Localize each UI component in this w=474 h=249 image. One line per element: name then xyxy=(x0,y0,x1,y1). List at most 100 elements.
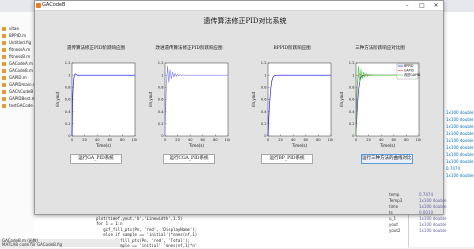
side-value-item: 1x100 double xyxy=(446,117,474,122)
y-tick-label: 0.2 xyxy=(261,122,267,126)
subplot-cga-pid: 改进遗传算法修正PID阶跃响应图 02040608010000.20.40.60… xyxy=(148,45,230,148)
file-icon xyxy=(2,34,6,38)
file-icon xyxy=(2,27,6,31)
x-tick-label: 80 xyxy=(120,138,125,142)
file-name: GACodeA.m xyxy=(9,61,33,66)
y-tick-label: 0.2 xyxy=(65,122,71,126)
side-value-item: 0.7474 xyxy=(446,166,460,171)
figure-titlebar[interactable]: GACodeB – □ ✕ xyxy=(35,1,443,11)
x-tick-label: 0 xyxy=(71,138,74,142)
x-tick-label: 20 xyxy=(82,138,87,142)
file-name: fitnessB.m xyxy=(9,54,31,59)
y-tick-label: 1.2 xyxy=(65,61,71,65)
status-line-2: MATLAB code for GACodeB.fig xyxy=(2,242,63,247)
run-comparison-button[interactable]: 运行三种方法的曲线对比系统 xyxy=(361,154,413,164)
variable-name: u_1 xyxy=(389,216,397,221)
y-tick-label: 0.4 xyxy=(158,110,164,114)
status-bar: GACodeB.m (函数) MATLAB code for GACodeB.f… xyxy=(0,238,120,247)
y-tick-label: 0.8 xyxy=(65,86,71,90)
workspace-variable[interactable]: yout2 1x100 double xyxy=(389,228,447,234)
x-tick-label: 100 xyxy=(132,138,137,142)
subplot-title: BPPID阶跃响应图 xyxy=(273,46,311,51)
file-name: GAPIDBest.m xyxy=(9,96,35,101)
file-list-item[interactable]: Untitled.fig xyxy=(2,40,34,46)
file-list-item[interactable]: vitae xyxy=(2,26,34,32)
file-name: Untitled.fig xyxy=(9,40,32,45)
y-tick-label: 0.8 xyxy=(158,86,164,90)
x-tick-label: 80 xyxy=(404,138,409,142)
y-axis-label: rin,yout xyxy=(55,91,60,107)
x-axis-label: Time(s) xyxy=(291,143,307,148)
file-list-item[interactable]: fitnessB.m xyxy=(2,54,34,60)
y-tick-label: 0.6 xyxy=(261,98,267,102)
bp-pid-chart: 02040608010000.20.40.60.811.2Time(s)rin,… xyxy=(251,61,333,148)
variable-name: ts xyxy=(389,210,393,215)
x-tick-label: 40 xyxy=(188,138,193,142)
x-tick-label: 40 xyxy=(291,138,296,142)
side-value-item: 1x100 double xyxy=(446,152,474,157)
x-tick-label: 80 xyxy=(316,138,321,142)
y-axis-label: rin,yout xyxy=(148,91,153,107)
x-tick-label: 80 xyxy=(213,138,218,142)
figure-window: GACodeB – □ ✕ 遗传算法修正PID对比系统 遗传算法修正PID阶跃响… xyxy=(34,0,444,215)
subplot-title: 三种方法阶跃响应对比图 xyxy=(355,46,405,51)
file-name: GAPID.m xyxy=(9,75,27,80)
y-tick-label: 0.4 xyxy=(261,110,267,114)
x-tick-label: 100 xyxy=(225,138,230,142)
variable-name: yout2 xyxy=(389,228,401,233)
file-list-item[interactable]: BPPID.m xyxy=(2,33,34,39)
variable-value: 1x100 double xyxy=(419,228,447,233)
variable-name: yout xyxy=(389,222,398,227)
y-tick-label: 1 xyxy=(68,73,70,77)
x-tick-label: 100 xyxy=(416,138,421,142)
close-button[interactable]: ✕ xyxy=(429,1,443,10)
file-icon xyxy=(2,104,6,108)
maximize-button[interactable]: □ xyxy=(415,1,429,10)
side-value-item: 1x100 double xyxy=(446,145,474,150)
file-list-item[interactable]: GAPID.m xyxy=(2,75,34,81)
variable-name: Temp3 xyxy=(389,198,403,203)
subplot-title: 改进遗传算法修正PID阶跃响应图 xyxy=(155,46,223,51)
file-list-item[interactable]: GAPIDBest.m xyxy=(2,96,35,102)
minimize-button[interactable]: – xyxy=(400,1,414,10)
run-bp-pid-button[interactable]: 运行BP_PID系统 xyxy=(261,154,313,164)
subplot-bp-pid: BPPID阶跃响应图 02040608010000.20.40.60.811.2… xyxy=(251,45,333,148)
x-tick-label: 20 xyxy=(175,138,180,142)
legend: BPPIDGAPID改进GAPID xyxy=(396,63,421,80)
file-icon xyxy=(2,55,6,59)
comparison-chart: 02040608010000.20.40.60.811.2Time(s)rin,… xyxy=(339,61,421,148)
file-name: BPPID.m xyxy=(9,33,26,38)
plot-area xyxy=(267,62,332,137)
x-axis-label: Time(s) xyxy=(95,143,111,148)
file-name: GACodeB.m xyxy=(9,68,33,73)
main-title: 遗传算法修正PID对比系统 xyxy=(203,17,287,25)
file-list-item[interactable]: GACodeA.m xyxy=(2,61,34,67)
x-tick-label: 0 xyxy=(267,138,270,142)
file-name: GAPIDmain.m xyxy=(9,82,35,87)
variable-name: time xyxy=(389,204,399,209)
y-tick-label: 0.6 xyxy=(65,98,71,102)
file-list-item[interactable]: testGACode.m xyxy=(2,103,35,109)
y-tick-label: 1 xyxy=(161,73,163,77)
file-name: vitae xyxy=(9,26,19,31)
side-value-item: 1x100 double xyxy=(446,124,474,129)
subplot-comparison: 三种方法阶跃响应对比图 02040608010000.20.40.60.811.… xyxy=(339,45,421,148)
file-list-item[interactable]: fitnessA.m xyxy=(2,47,34,53)
side-value-item: 1x100 double xyxy=(446,173,474,178)
y-tick-label: 0.2 xyxy=(349,122,355,126)
x-tick-label: 100 xyxy=(328,138,333,142)
y-tick-label: 0.8 xyxy=(349,86,355,90)
y-tick-label: 0.8 xyxy=(261,86,267,90)
x-tick-label: 20 xyxy=(366,138,371,142)
x-tick-label: 60 xyxy=(201,138,206,142)
file-list-item[interactable]: GACodeB.m xyxy=(2,68,34,74)
file-name: testGACode.m xyxy=(9,103,35,108)
file-name: GAChCodeB xyxy=(9,89,34,94)
file-list-item[interactable]: GAChCodeB xyxy=(2,89,34,95)
y-tick-label: 0.6 xyxy=(158,98,164,102)
run-cga-pid-button[interactable]: 运行CGA_PID系统 xyxy=(163,154,215,164)
file-list-item[interactable]: GAPIDmain.m xyxy=(2,82,35,88)
legend-entry: GAPID xyxy=(404,69,415,73)
y-tick-label: 0.2 xyxy=(158,122,164,126)
run-ga-pid-button[interactable]: 运行GA_PID系统 xyxy=(70,154,122,164)
